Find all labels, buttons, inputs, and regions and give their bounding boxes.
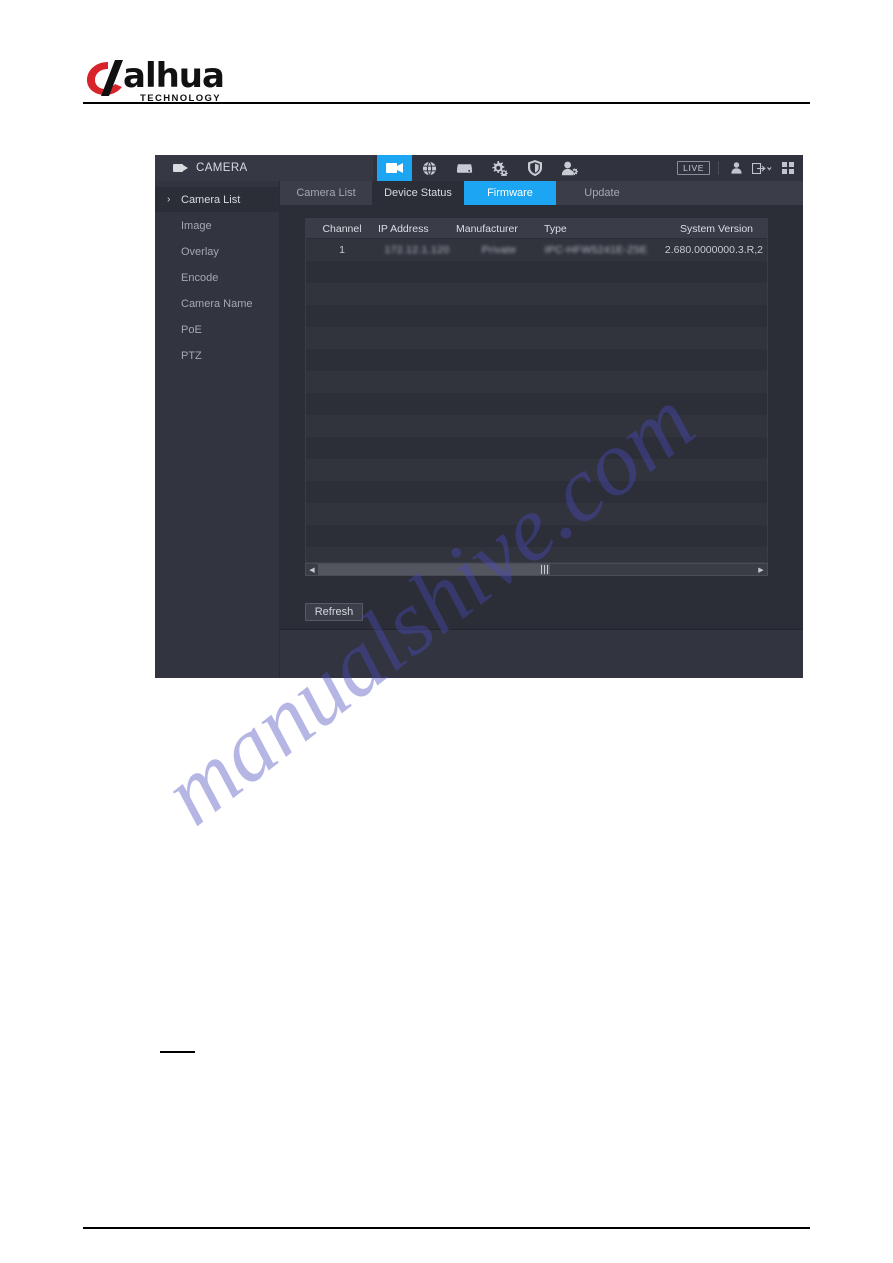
table-row-empty	[306, 437, 767, 459]
column-header-channel: Channel	[322, 222, 362, 235]
tab-camera-list[interactable]: Camera List	[280, 181, 372, 205]
sidebar-item-poe[interactable]: PoE	[155, 317, 279, 342]
cell-channel: 1	[339, 244, 345, 256]
table-row-empty	[306, 349, 767, 371]
table-body: 1 172.12.1.120 Private IPC-HFW5241E-Z5E …	[306, 239, 767, 562]
table-header-row: Channel IP Address Manufacturer Type Sys…	[306, 219, 767, 239]
cell-ip-address: 172.12.1.120	[384, 244, 450, 256]
table-row[interactable]: 1 172.12.1.120 Private IPC-HFW5241E-Z5E …	[306, 239, 767, 261]
apps-grid-icon[interactable]	[779, 159, 797, 177]
sidebar-item-camera-name[interactable]: Camera Name	[155, 291, 279, 316]
sidebar-item-label: PTZ	[181, 349, 202, 362]
column-header-ip-address: IP Address	[378, 222, 429, 235]
nav-network-globe-icon[interactable]	[412, 155, 447, 181]
sidebar: › Camera List Image Overlay Encode Camer…	[155, 181, 280, 678]
table-row-empty	[306, 547, 767, 562]
table-row-empty	[306, 283, 767, 305]
tab-firmware[interactable]: Firmware	[464, 181, 556, 205]
table-row-empty	[306, 503, 767, 525]
tab-device-status[interactable]: Device Status	[372, 181, 464, 205]
bottom-bar	[280, 629, 803, 678]
ui-header-bar: CAMERA LIVE	[155, 155, 803, 182]
column-header-type: Type	[544, 222, 567, 235]
content-pane: Channel IP Address Manufacturer Type Sys…	[280, 205, 803, 629]
sidebar-item-ptz[interactable]: PTZ	[155, 343, 279, 368]
cell-type: IPC-HFW5241E-Z5E	[544, 244, 648, 256]
header-divider	[718, 161, 719, 175]
scroll-right-arrow-icon[interactable]: ▶	[755, 564, 767, 575]
scroll-left-arrow-icon[interactable]: ◀	[306, 564, 318, 575]
logout-icon[interactable]	[750, 159, 774, 177]
sidebar-item-label: Overlay	[181, 245, 219, 258]
nav-account-user-icon[interactable]	[552, 155, 587, 181]
table-row-empty	[306, 525, 767, 547]
table-empty-rows	[306, 261, 767, 562]
main-nav-icons	[377, 155, 587, 181]
camera-icon	[173, 163, 188, 173]
horizontal-scrollbar[interactable]: ◀ ▶	[305, 563, 768, 576]
scrollbar-grip-icon	[541, 565, 548, 574]
table-row-empty	[306, 261, 767, 283]
table-row-empty	[306, 327, 767, 349]
page-title: CAMERA	[196, 162, 248, 174]
table-row-empty	[306, 305, 767, 327]
sidebar-item-label: PoE	[181, 323, 202, 336]
sidebar-item-overlay[interactable]: Overlay	[155, 239, 279, 264]
table-row-empty	[306, 481, 767, 503]
table-row-empty	[306, 415, 767, 437]
sidebar-item-label: Encode	[181, 271, 219, 284]
footer-rule	[83, 1227, 810, 1229]
sidebar-item-label: Camera Name	[181, 297, 253, 310]
table-row-empty	[306, 393, 767, 415]
module-title-zone: CAMERA	[155, 155, 373, 181]
tab-bar: Camera List Device Status Firmware Updat…	[280, 181, 803, 205]
sidebar-item-image[interactable]: Image	[155, 213, 279, 238]
sidebar-item-camera-list[interactable]: › Camera List	[155, 187, 279, 212]
dahua-wordmark: alhua	[123, 56, 225, 96]
nav-system-gears-icon[interactable]	[482, 155, 517, 181]
table-row-empty	[306, 459, 767, 481]
dahua-tagline: TECHNOLOGY	[140, 93, 222, 104]
nav-storage-drive-icon[interactable]	[447, 155, 482, 181]
tab-update[interactable]: Update	[556, 181, 648, 205]
cell-system-version: 2.680.0000000.3.R,2	[664, 244, 763, 256]
chevron-right-icon: ›	[167, 194, 171, 205]
column-header-system-version: System Version	[680, 222, 753, 235]
refresh-button[interactable]: Refresh	[305, 603, 363, 621]
sidebar-item-label: Image	[181, 219, 212, 232]
nav-security-shield-icon[interactable]	[517, 155, 552, 181]
table-row-empty	[306, 371, 767, 393]
user-icon[interactable]	[727, 159, 745, 177]
dahua-logo: alhua TECHNOLOGY	[85, 57, 305, 105]
sidebar-item-encode[interactable]: Encode	[155, 265, 279, 290]
firmware-table: Channel IP Address Manufacturer Type Sys…	[305, 218, 768, 563]
nvr-ui-screenshot: CAMERA LIVE › Camera List Image Overlay …	[155, 155, 803, 678]
nav-camera-icon[interactable]	[377, 155, 412, 181]
scrollbar-thumb[interactable]	[318, 564, 550, 575]
header-right-controls: LIVE	[677, 155, 797, 181]
scrollbar-track[interactable]	[318, 564, 755, 575]
column-header-manufacturer: Manufacturer	[456, 222, 518, 235]
sidebar-item-label: Camera List	[181, 193, 241, 206]
cell-manufacturer: Private	[481, 244, 517, 256]
live-badge: LIVE	[677, 161, 710, 175]
tab-strip-filler	[648, 181, 803, 205]
body-rule	[160, 1051, 195, 1053]
